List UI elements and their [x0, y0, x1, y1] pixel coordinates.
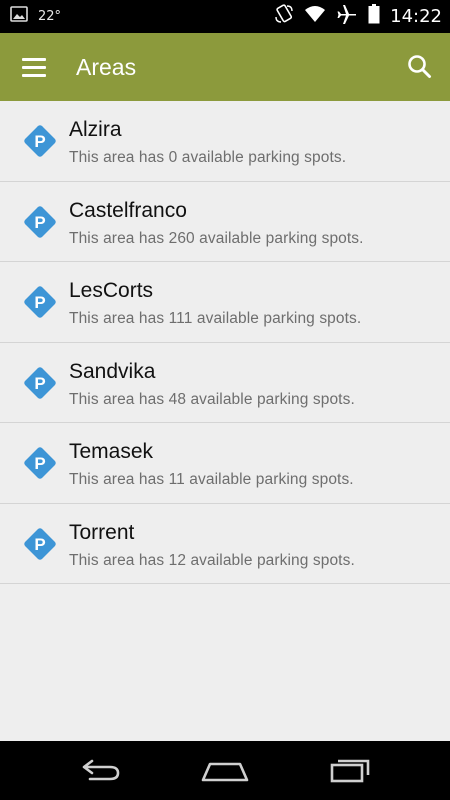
gallery-icon: [10, 6, 28, 27]
app-bar: Areas: [0, 33, 450, 101]
list-item-lescorts[interactable]: P LesCorts This area has 111 available p…: [0, 262, 450, 343]
area-name: Sandvika: [69, 359, 156, 383]
parking-icon: P: [22, 284, 58, 320]
area-name: Torrent: [69, 520, 135, 544]
area-description: This area has 111 available parking spot…: [69, 310, 362, 327]
back-icon[interactable]: [70, 751, 130, 791]
area-description: This area has 0 available parking spots.: [69, 149, 347, 166]
navigation-bar: [0, 741, 450, 800]
menu-icon[interactable]: [14, 49, 56, 85]
home-icon[interactable]: [195, 751, 255, 791]
svg-text:P: P: [34, 454, 45, 473]
area-description: This area has 260 available parking spot…: [69, 229, 364, 247]
page-title: Areas: [76, 54, 137, 80]
wifi-icon: [304, 5, 326, 28]
parking-icon: P: [22, 204, 58, 240]
area-description: This area has 12 available parking spots…: [69, 551, 355, 569]
status-bar: 22° 14:22: [0, 0, 450, 33]
area-name: Alzira: [69, 118, 122, 141]
svg-text:P: P: [34, 535, 45, 554]
parking-icon: P: [22, 123, 58, 159]
area-description: This area has 48 available parking spots…: [69, 390, 355, 408]
area-name: LesCorts: [69, 279, 154, 302]
temperature-text: 22°: [38, 9, 62, 24]
airplane-icon: [336, 4, 358, 29]
svg-text:P: P: [34, 374, 45, 393]
recents-icon[interactable]: [320, 751, 380, 791]
list-item-temasek[interactable]: P Temasek This area has 11 available par…: [0, 423, 450, 504]
parking-icon: P: [22, 526, 58, 562]
svg-text:P: P: [34, 132, 45, 151]
clock-text: 14:22: [390, 6, 442, 27]
svg-text:P: P: [34, 213, 45, 232]
area-description: This area has 11 available parking spots…: [69, 471, 354, 488]
search-icon[interactable]: [400, 47, 440, 87]
svg-text:P: P: [34, 293, 45, 312]
area-name: Castelfranco: [69, 198, 187, 222]
parking-icon: P: [22, 445, 58, 481]
battery-icon: [368, 4, 380, 29]
rotation-icon: [274, 4, 294, 29]
list-item-torrent[interactable]: P Torrent This area has 12 available par…: [0, 504, 450, 584]
parking-icon: P: [22, 365, 58, 401]
areas-list: P Alzira This area has 0 available parki…: [0, 101, 450, 741]
list-item-sandvika[interactable]: P Sandvika This area has 48 available pa…: [0, 343, 450, 423]
area-name: Temasek: [69, 440, 154, 463]
list-item-castelfranco[interactable]: P Castelfranco This area has 260 availab…: [0, 182, 450, 262]
list-item-alzira[interactable]: P Alzira This area has 0 available parki…: [0, 101, 450, 182]
